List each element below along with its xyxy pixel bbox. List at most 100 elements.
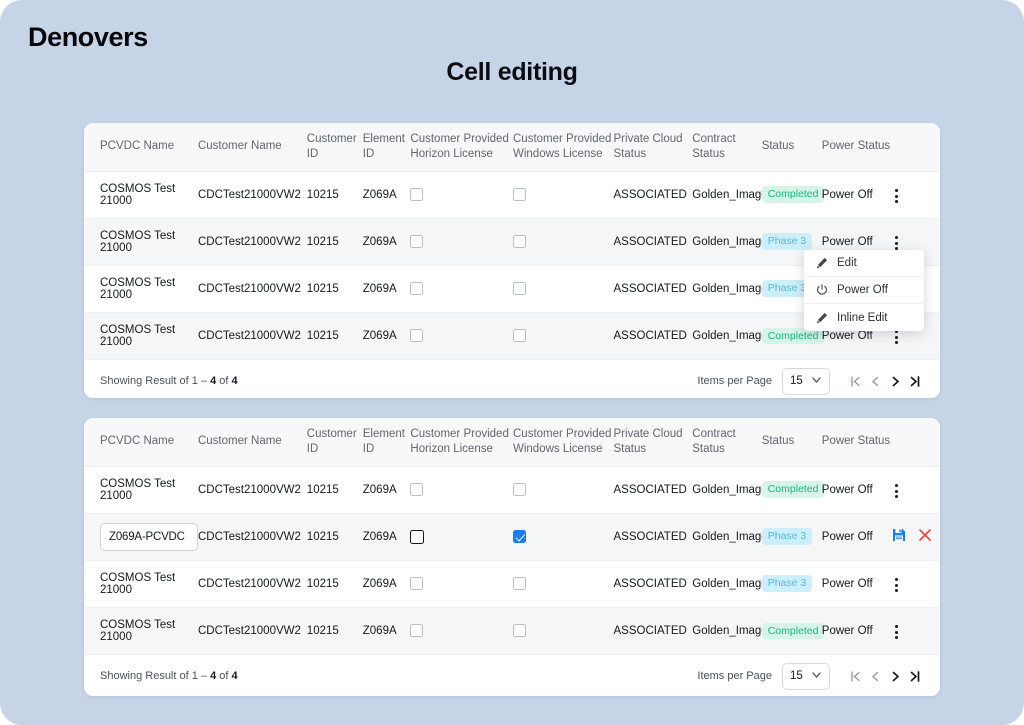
cell-windows-license <box>513 218 614 266</box>
cell-status: Completed <box>761 466 825 514</box>
cell-power-status: Power Off <box>821 466 893 514</box>
status-badge: Completed <box>761 481 825 498</box>
last-page-button[interactable] <box>906 370 924 392</box>
header-line1: Customer <box>306 133 357 146</box>
horizon-license-checkbox[interactable] <box>410 235 424 248</box>
windows-license-checkbox[interactable] <box>513 530 526 543</box>
table-row[interactable]: COSMOS Test 21000 CDCTest21000VW2 10215 Z06… <box>84 560 940 608</box>
cell-horizon-license <box>410 466 513 514</box>
items-per-page-select[interactable]: 15 <box>782 662 830 690</box>
cell-customer-id: 10215 <box>306 265 363 313</box>
header-line1: Customer Name <box>197 140 282 153</box>
cell-customer-name: CDCTest21000VW2 <box>197 466 307 514</box>
windows-license-checkbox[interactable] <box>513 483 526 496</box>
header-line2: Windows License <box>513 442 603 455</box>
cell-windows-license <box>513 466 614 514</box>
col-element-id: Element ID <box>362 418 411 467</box>
cell-horizon-license <box>410 218 513 266</box>
pcvdc-name-text: COSMOS Test 21000 <box>100 276 176 301</box>
windows-license-checkbox[interactable] <box>513 235 526 248</box>
col-windows-license: Customer Provided Windows License <box>513 123 614 172</box>
menu-item-inline-edit[interactable]: Inline Edit <box>804 304 924 331</box>
cell-windows-license <box>513 171 614 219</box>
table-row[interactable]: COSMOS Test 21000 CDCTest21000VW2 10215 Z06… <box>84 171 940 219</box>
cell-pcvdc-name: COSMOS Test 21000 <box>84 466 198 514</box>
cell-windows-license <box>513 607 614 654</box>
prev-page-button[interactable] <box>866 370 884 392</box>
row-menu-button[interactable] <box>892 481 901 501</box>
prev-page-icon <box>871 671 878 681</box>
cell-private-cloud-status: ASSOCIATED <box>613 513 693 561</box>
horizon-license-checkbox[interactable] <box>410 329 424 343</box>
horizon-license-checkbox[interactable] <box>410 624 424 638</box>
showing-middle: of <box>216 670 232 682</box>
cell-customer-name: CDCTest21000VW2 <box>197 171 307 219</box>
next-page-button[interactable] <box>886 665 904 687</box>
menu-item-edit[interactable]: Edit <box>804 250 924 277</box>
horizon-license-checkbox[interactable] <box>410 529 425 544</box>
first-page-button[interactable] <box>846 665 864 687</box>
table-footer-1: Showing Result of 1 – 4 of 4 Items per P… <box>84 359 940 398</box>
cell-horizon-license <box>410 513 513 561</box>
windows-license-checkbox[interactable] <box>513 329 526 343</box>
cell-pcvdc-name: COSMOS Test 21000 <box>84 312 198 359</box>
cell-customer-name: CDCTest21000VW2 <box>197 218 307 266</box>
header-line1: Element <box>362 428 405 441</box>
prev-page-button[interactable] <box>866 665 884 687</box>
cell-power-status: Power Off <box>821 560 893 608</box>
showing-total: 4 <box>231 670 238 682</box>
first-page-button[interactable] <box>846 370 864 392</box>
row-context-menu[interactable]: Edit Power Off Inline Edit <box>804 250 924 331</box>
showing-result-2: Showing Result of 1 – 4 of 4 <box>100 670 238 682</box>
col-power-status: Power Status <box>821 123 893 172</box>
horizon-license-checkbox[interactable] <box>410 483 424 496</box>
windows-license-checkbox[interactable] <box>513 577 526 590</box>
horizon-license-checkbox[interactable] <box>410 188 424 201</box>
next-page-button[interactable] <box>886 370 904 392</box>
cell-private-cloud-status: ASSOCIATED <box>613 560 693 608</box>
cell-pcvdc-name: COSMOS Test 21000 <box>84 171 198 219</box>
cell-private-cloud-status: ASSOCIATED <box>613 218 693 266</box>
col-horizon-license: Customer Provided Horizon License <box>410 123 513 172</box>
items-per-page-select[interactable]: 15 <box>782 367 830 395</box>
table-body-2: COSMOS Test 21000 CDCTest21000VW2 10215 Z06… <box>84 466 940 654</box>
horizon-license-checkbox[interactable] <box>410 577 424 590</box>
header-line2: ID <box>362 442 375 455</box>
last-page-button[interactable] <box>906 665 924 687</box>
header-line1: Customer Provided <box>513 428 612 441</box>
horizon-license-checkbox[interactable] <box>410 282 424 295</box>
header-row: PCVDC Name Customer Name Customer ID Ele… <box>84 418 940 467</box>
row-menu-button[interactable] <box>892 186 901 206</box>
row-menu-button[interactable] <box>892 622 901 642</box>
data-table-2: PCVDC Name Customer Name Customer ID Ele… <box>84 418 940 654</box>
cell-horizon-license <box>410 265 513 313</box>
cancel-row-button[interactable] <box>918 528 932 546</box>
showing-prefix: Showing Result of 1 – <box>100 375 211 387</box>
table-row[interactable]: COSMOS Test 21000 CDCTest21000VW2 10215 Z06… <box>84 466 940 514</box>
col-windows-license: Customer Provided Windows License <box>513 418 614 467</box>
header-line1: Power Status <box>821 140 891 153</box>
cell-element-id: Z069A <box>362 560 411 608</box>
menu-item-power-off[interactable]: Power Off <box>804 277 924 304</box>
header-line1: PCVDC Name <box>100 435 175 448</box>
header-line1: Status <box>761 140 795 153</box>
cell-customer-id: 10215 <box>306 560 363 608</box>
cell-customer-id: 10215 <box>306 171 363 219</box>
header-line1: Customer <box>306 428 357 441</box>
cell-pcvdc-name: COSMOS Test 21000 <box>84 265 198 313</box>
pagination-controls-1: Items per Page 15 <box>697 367 924 395</box>
table-row[interactable]: COSMOS Test 21000 CDCTest21000VW2 10215 Z06… <box>84 607 940 654</box>
row-menu-button[interactable] <box>892 575 901 595</box>
table-row[interactable]: CDCTest21000VW210215Z069A ASSOCIATEDGolde… <box>84 513 940 561</box>
cell-element-id: Z069A <box>362 265 411 313</box>
cell-contract-status: Golden_Image <box>692 513 768 561</box>
windows-license-checkbox[interactable] <box>513 188 526 201</box>
windows-license-checkbox[interactable] <box>513 282 526 295</box>
col-customer-name: Customer Name <box>197 123 307 172</box>
pcvdc-name-input[interactable] <box>100 522 198 551</box>
header-line1: Private Cloud <box>613 133 683 146</box>
app-page: Denovers Cell editing PCVDC Name Custome… <box>0 0 1024 725</box>
save-row-button[interactable] <box>892 528 906 545</box>
cell-actions <box>892 171 940 219</box>
windows-license-checkbox[interactable] <box>513 624 526 638</box>
